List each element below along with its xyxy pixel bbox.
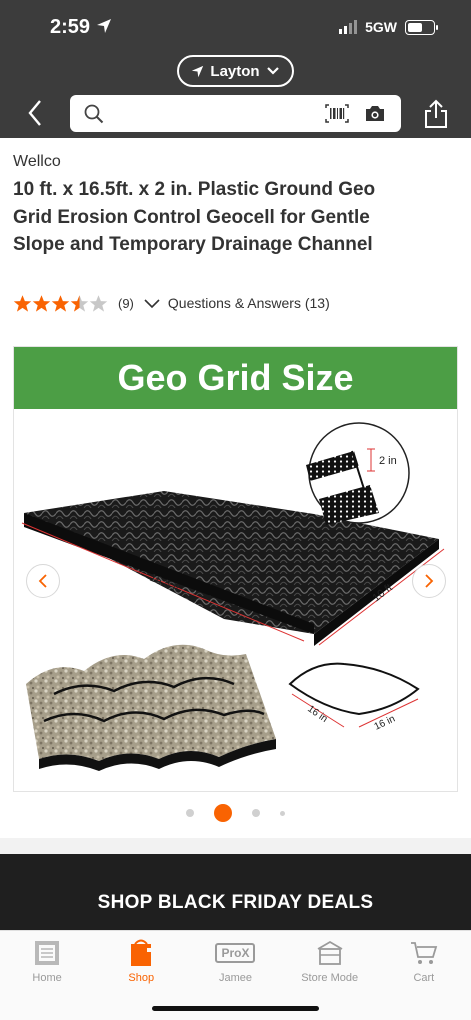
cell-side-b: 16 in xyxy=(373,714,397,733)
location-arrow-icon xyxy=(192,65,204,77)
rating-stars xyxy=(13,294,108,313)
prox-icon: ProX xyxy=(215,943,256,963)
product-brand[interactable]: Wellco xyxy=(13,153,61,171)
battery-icon xyxy=(405,19,438,35)
back-button[interactable] xyxy=(22,97,48,129)
location-arrow-icon xyxy=(97,19,111,33)
home-depot-logo-icon xyxy=(35,941,60,965)
star-full-icon xyxy=(13,294,32,312)
product-image-carousel[interactable]: Geo Grid Size 16.5 ft 10 ft 2 in 16 in 1… xyxy=(13,346,458,792)
geocell-product-image: 16.5 ft 10 ft 2 in 16 in 16 in xyxy=(21,422,445,771)
camera-icon[interactable] xyxy=(365,105,385,122)
location-label: Layton xyxy=(210,62,260,80)
nav-label: Shop xyxy=(128,972,155,984)
star-full-icon xyxy=(32,294,51,312)
star-empty-icon xyxy=(89,294,108,312)
search-icon xyxy=(84,104,104,124)
chevron-down-icon[interactable] xyxy=(144,298,160,309)
carousel-next-button[interactable] xyxy=(412,564,446,598)
nav-label: Jamee xyxy=(218,972,252,984)
dimension-height: 2 in xyxy=(379,455,397,467)
chevron-left-icon xyxy=(38,574,47,588)
carousel-dot[interactable] xyxy=(280,810,285,816)
shop-paint-bucket-icon xyxy=(131,939,152,966)
carousel-dots xyxy=(0,804,471,822)
nav-item-cart[interactable]: Cart xyxy=(377,931,471,1020)
status-time: 2:59 xyxy=(50,16,91,38)
carousel-dot[interactable] xyxy=(186,809,194,817)
share-icon[interactable] xyxy=(423,99,449,129)
star-half-icon xyxy=(70,294,89,312)
app-header: 2:59 5GW Layton xyxy=(0,0,471,138)
home-indicator xyxy=(152,1006,319,1011)
location-selector[interactable]: Layton xyxy=(177,55,294,87)
carousel-dot-active[interactable] xyxy=(214,804,232,822)
section-divider xyxy=(0,838,471,854)
store-icon xyxy=(317,940,343,965)
screen: 2:59 5GW Layton Wellco 10 ft. x 16.5ft. … xyxy=(0,0,471,1020)
carousel-prev-button[interactable] xyxy=(26,564,60,598)
questions-answers-link[interactable]: Questions & Answers (13) xyxy=(168,295,330,311)
nav-label: Home xyxy=(32,972,62,984)
chevron-right-icon xyxy=(425,574,434,588)
barcode-scan-icon[interactable] xyxy=(325,104,349,123)
black-friday-banner[interactable]: SHOP BLACK FRIDAY DEALS xyxy=(0,854,471,930)
carousel-dot[interactable] xyxy=(252,809,260,817)
review-count[interactable]: (9) xyxy=(118,296,134,311)
cart-icon xyxy=(410,942,438,964)
chevron-left-icon xyxy=(28,100,41,126)
nav-item-home[interactable]: Home xyxy=(0,931,94,1020)
rating-row[interactable]: (9) Questions & Answers (13) xyxy=(13,292,330,314)
network-label: 5GW xyxy=(365,19,397,35)
signal-icon xyxy=(339,20,358,34)
image-banner: Geo Grid Size xyxy=(14,347,457,409)
search-input[interactable] xyxy=(70,95,401,132)
product-title: 10 ft. x 16.5ft. x 2 in. Plastic Ground … xyxy=(13,179,376,255)
nav-label: Store Mode xyxy=(301,972,359,984)
star-full-icon xyxy=(51,294,70,312)
nav-label: Cart xyxy=(413,972,435,984)
chevron-down-icon xyxy=(266,67,279,75)
cell-side-a: 16 in xyxy=(305,703,329,724)
status-indicators: 5GW xyxy=(339,19,438,35)
